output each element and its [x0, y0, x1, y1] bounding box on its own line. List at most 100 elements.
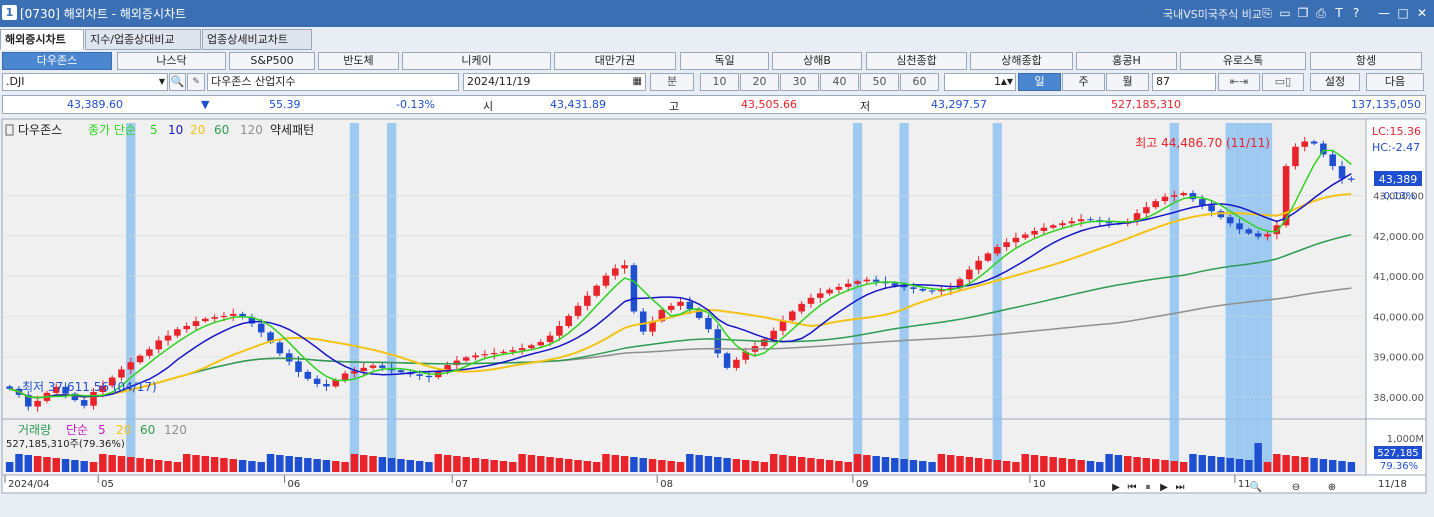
- volume-period-5: 5: [98, 423, 106, 437]
- minute-option-40[interactable]: 40: [820, 73, 859, 91]
- candle-body: [919, 288, 927, 291]
- candle-body: [602, 275, 610, 286]
- symbol-button-11[interactable]: 유로스톡: [1180, 52, 1306, 70]
- volume-bar: [1133, 457, 1141, 472]
- candle-body: [807, 297, 815, 304]
- minute-option-20[interactable]: 20: [740, 73, 779, 91]
- volume-bar: [294, 457, 303, 472]
- symbol-button-8[interactable]: 심천종합: [866, 52, 967, 70]
- symbol-button-12[interactable]: 항셍: [1310, 52, 1422, 70]
- volume-bar: [1319, 459, 1328, 472]
- candle-body: [1199, 199, 1206, 206]
- date-input[interactable]: 2024/11/19 ▦: [463, 73, 646, 91]
- restore-icon[interactable]: ❐: [1295, 4, 1311, 22]
- pause-icon[interactable]: ⏸: [1146, 482, 1151, 493]
- volume-bar: [881, 457, 890, 472]
- zoom-plus-icon[interactable]: ⊕: [1328, 482, 1336, 493]
- close-icon[interactable]: ✕: [1414, 4, 1430, 22]
- down-arrow-icon: ▼: [201, 98, 210, 111]
- symbol-button-2[interactable]: S&P500: [229, 52, 315, 70]
- symbol-button-3[interactable]: 반도체: [318, 52, 399, 70]
- minute-button[interactable]: 분: [650, 73, 694, 91]
- volume-bar: [1235, 459, 1244, 472]
- memo-icon[interactable]: ✎: [187, 73, 205, 91]
- settings-button[interactable]: 설정: [1310, 73, 1360, 91]
- candle-body: [844, 283, 852, 287]
- period-tab-2[interactable]: 월: [1106, 73, 1149, 91]
- candle-body: [761, 339, 768, 347]
- candle-body: [1292, 146, 1299, 167]
- symbol-button-5[interactable]: 대만가권: [554, 52, 676, 70]
- candle-body: [509, 350, 517, 352]
- last-icon[interactable]: ⏭: [1176, 482, 1185, 493]
- candle-body: [276, 342, 284, 354]
- last-volume-label: 527,185: [1377, 448, 1418, 459]
- volume-bar: [797, 457, 806, 472]
- candle-body: [1226, 217, 1234, 224]
- high-annotation: 최고 44,486.70 (11/11): [1135, 136, 1270, 150]
- x-tick-label: 06: [288, 479, 301, 490]
- volume-bar: [937, 454, 946, 472]
- popout-icon[interactable]: ▭: [1277, 4, 1293, 22]
- link-icon[interactable]: ⎘: [1259, 4, 1275, 22]
- volume-bar: [704, 456, 713, 472]
- print-icon[interactable]: ⎙: [1313, 4, 1329, 22]
- signal-band: [992, 123, 1002, 472]
- candle-body: [1040, 227, 1048, 231]
- signal-band: [899, 123, 909, 472]
- first-icon[interactable]: ⏮: [1128, 482, 1137, 493]
- x-tick-label: 11: [1238, 479, 1251, 490]
- candle-body: [118, 369, 125, 378]
- period-tab-1[interactable]: 주: [1062, 73, 1105, 91]
- volume-bar: [369, 456, 377, 472]
- candle-body: [500, 351, 507, 353]
- volume-bar: [555, 458, 564, 472]
- zoom-icon[interactable]: ⇤⇥: [1218, 73, 1260, 91]
- tab-sector-compare[interactable]: 업종상세비교차트: [202, 29, 312, 50]
- help-icon[interactable]: ?: [1348, 4, 1364, 22]
- zoom-in-icon[interactable]: 🔍: [1250, 480, 1262, 493]
- volume-bar: [266, 454, 275, 472]
- period-tab-0[interactable]: 일: [1018, 73, 1061, 91]
- next-button[interactable]: 다음: [1366, 73, 1424, 91]
- minimize-icon[interactable]: —: [1376, 4, 1392, 22]
- volume-bar: [481, 459, 489, 472]
- signal-band: [1234, 123, 1245, 472]
- volume-bar: [332, 461, 340, 472]
- volume-bar: [984, 459, 992, 472]
- minute-option-30[interactable]: 30: [780, 73, 819, 91]
- maximize-icon[interactable]: □: [1395, 4, 1411, 22]
- search-icon[interactable]: 🔍: [169, 73, 186, 91]
- font-icon[interactable]: T: [1331, 4, 1347, 22]
- minute-option-60[interactable]: 60: [900, 73, 939, 91]
- volume-bar: [229, 459, 237, 472]
- symbol-button-9[interactable]: 상해종합: [970, 52, 1073, 70]
- minute-option-50[interactable]: 50: [860, 73, 899, 91]
- candle-body: [360, 367, 367, 372]
- candle-body: [1161, 196, 1169, 202]
- symbol-button-6[interactable]: 독일: [680, 52, 769, 70]
- bars-input[interactable]: 87: [1152, 73, 1216, 91]
- play-icon[interactable]: ▶: [1160, 482, 1168, 493]
- tab-overseas-chart[interactable]: 해외증시차트: [0, 29, 84, 50]
- symbol-button-1[interactable]: 나스닥: [117, 52, 226, 70]
- volume-bar: [127, 457, 135, 472]
- symbol-button-7[interactable]: 상해B: [772, 52, 862, 70]
- scroll-right-icon[interactable]: ▶: [1112, 482, 1120, 493]
- tab-index-compare[interactable]: 지수/업종상대비교: [85, 29, 201, 50]
- volume-bar: [61, 459, 70, 472]
- count-stepper[interactable]: 1 ▲▼: [944, 73, 1016, 91]
- minute-option-10[interactable]: 10: [700, 73, 739, 91]
- symbol-button-0[interactable]: 다우존스: [2, 52, 112, 70]
- zoom-out-icon[interactable]: ⊖: [1292, 482, 1300, 493]
- price-chart[interactable]: 38,000.00 39,000.00 40,000.00 41,000.00 42,0…: [0, 117, 1434, 517]
- candle-body: [211, 317, 218, 319]
- volume-bar: [602, 454, 610, 472]
- symbol-button-4[interactable]: 니케이: [402, 52, 551, 70]
- volume-bar: [52, 458, 60, 472]
- chart-type-icon[interactable]: ▭▯: [1262, 73, 1304, 91]
- compare-link[interactable]: 국내VS미국주식 비교: [1163, 6, 1262, 22]
- symbol-button-10[interactable]: 홍콩H: [1076, 52, 1177, 70]
- ticker-input[interactable]: .DJI ▼: [2, 73, 168, 91]
- last-date-label: 11/18: [1378, 479, 1407, 490]
